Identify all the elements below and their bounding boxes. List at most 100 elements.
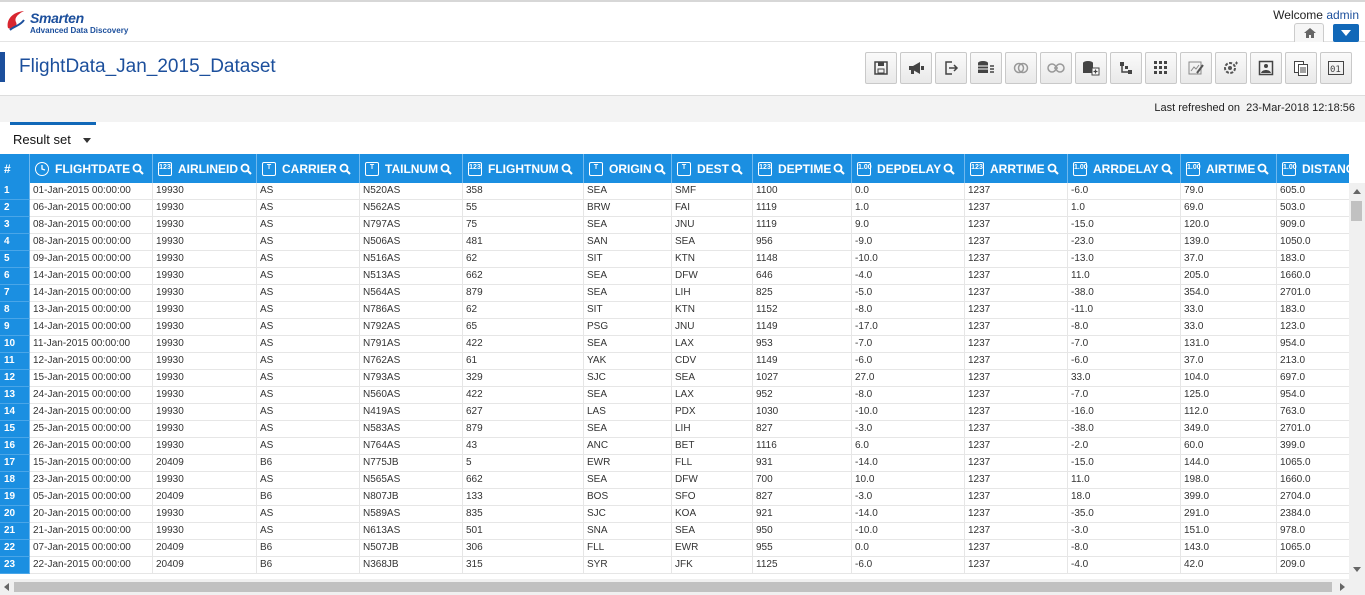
table-cell[interactable]: SFO (672, 489, 753, 506)
table-row[interactable]: 3 08-Jan-2015 00:00:00 19930 AS N797AS 75 SEA J… (0, 217, 1349, 234)
table-row[interactable]: 18 23-Jan-2015 00:00:00 19930 AS N565AS 662 SE… (0, 472, 1349, 489)
table-cell[interactable]: -23.0 (1068, 234, 1181, 251)
table-cell[interactable]: 151.0 (1181, 523, 1277, 540)
table-cell[interactable]: -38.0 (1068, 421, 1181, 438)
table-cell[interactable]: KTN (672, 302, 753, 319)
table-cell[interactable]: 08-Jan-2015 00:00:00 (30, 234, 153, 251)
table-cell[interactable]: 61 (463, 353, 584, 370)
table-cell[interactable]: 662 (463, 472, 584, 489)
table-cell[interactable]: AS (257, 319, 360, 336)
table-cell[interactable]: LAX (672, 387, 753, 404)
table-cell[interactable]: AS (257, 404, 360, 421)
table-cell[interactable]: BRW (584, 200, 672, 217)
table-cell[interactable]: 26-Jan-2015 00:00:00 (30, 438, 153, 455)
table-cell[interactable]: 1237 (965, 336, 1068, 353)
table-cell[interactable]: 143.0 (1181, 540, 1277, 557)
table-cell[interactable]: 827 (753, 489, 852, 506)
table-cell[interactable]: 1237 (965, 506, 1068, 523)
table-cell[interactable]: AS (257, 234, 360, 251)
table-cell[interactable]: 1237 (965, 387, 1068, 404)
table-cell[interactable]: 62 (463, 251, 584, 268)
table-cell[interactable]: 1237 (965, 285, 1068, 302)
table-cell[interactable]: 19930 (153, 387, 257, 404)
table-cell[interactable]: LAX (672, 336, 753, 353)
table-cell[interactable]: -4.0 (852, 268, 965, 285)
scroll-right-icon[interactable] (1340, 583, 1345, 591)
scroll-down-icon[interactable] (1353, 567, 1361, 572)
table-cell[interactable]: -7.0 (1068, 387, 1181, 404)
table-cell[interactable]: N762AS (360, 353, 463, 370)
table-cell[interactable]: -9.0 (852, 234, 965, 251)
table-cell[interactable]: 19930 (153, 472, 257, 489)
table-cell[interactable]: 921 (753, 506, 852, 523)
table-cell[interactable]: 27.0 (852, 370, 965, 387)
table-cell[interactable]: 0.0 (852, 183, 965, 200)
join-button[interactable] (1005, 52, 1037, 84)
table-cell[interactable]: -16.0 (1068, 404, 1181, 421)
table-cell[interactable]: 1148 (753, 251, 852, 268)
edit-chart-button[interactable] (1180, 52, 1212, 84)
table-cell[interactable]: 19930 (153, 234, 257, 251)
table-cell[interactable]: 422 (463, 336, 584, 353)
table-cell[interactable]: 879 (463, 421, 584, 438)
table-cell[interactable]: CDV (672, 353, 753, 370)
table-cell[interactable]: N793AS (360, 370, 463, 387)
table-cell[interactable]: 1.0 (1068, 200, 1181, 217)
table-cell[interactable]: 37.0 (1181, 353, 1277, 370)
table-cell[interactable]: FLL (584, 540, 672, 557)
table-cell[interactable]: N513AS (360, 268, 463, 285)
table-cell[interactable]: -11.0 (1068, 302, 1181, 319)
vertical-scroll-thumb[interactable] (1351, 201, 1362, 221)
table-cell[interactable]: 33.0 (1181, 302, 1277, 319)
table-cell[interactable]: 25-Jan-2015 00:00:00 (30, 421, 153, 438)
table-cell[interactable]: 827 (753, 421, 852, 438)
table-cell[interactable]: 15-Jan-2015 00:00:00 (30, 455, 153, 472)
table-cell[interactable]: 909.0 (1277, 217, 1349, 234)
column-header-airtime[interactable]: 1.00 AIRTIME (1181, 154, 1277, 183)
table-cell[interactable]: 60.0 (1181, 438, 1277, 455)
table-cell[interactable]: SEA (584, 183, 672, 200)
table-cell[interactable]: 931 (753, 455, 852, 472)
table-cell[interactable]: 08-Jan-2015 00:00:00 (30, 217, 153, 234)
table-cell[interactable]: 112.0 (1181, 404, 1277, 421)
table-cell[interactable]: 19930 (153, 200, 257, 217)
table-cell[interactable]: N516AS (360, 251, 463, 268)
table-cell[interactable]: FLL (672, 455, 753, 472)
table-cell[interactable]: 133 (463, 489, 584, 506)
table-cell[interactable]: 79.0 (1181, 183, 1277, 200)
table-cell[interactable]: AS (257, 200, 360, 217)
table-cell[interactable]: 955 (753, 540, 852, 557)
table-cell[interactable]: 65 (463, 319, 584, 336)
table-row[interactable]: 12 15-Jan-2015 00:00:00 19930 AS N793AS 329 SJ… (0, 370, 1349, 387)
table-cell[interactable]: AS (257, 506, 360, 523)
table-cell[interactable]: 2701.0 (1277, 421, 1349, 438)
table-cell[interactable]: 2701.0 (1277, 285, 1349, 302)
table-cell[interactable]: 20409 (153, 489, 257, 506)
table-cell[interactable]: N562AS (360, 200, 463, 217)
table-cell[interactable]: AS (257, 336, 360, 353)
table-row[interactable]: 14 24-Jan-2015 00:00:00 19930 AS N419AS 627 LA… (0, 404, 1349, 421)
table-cell[interactable]: 2704.0 (1277, 489, 1349, 506)
table-cell[interactable]: 1237 (965, 438, 1068, 455)
table-cell[interactable]: 1237 (965, 234, 1068, 251)
table-cell[interactable]: N560AS (360, 387, 463, 404)
table-cell[interactable]: N786AS (360, 302, 463, 319)
table-cell[interactable]: 501 (463, 523, 584, 540)
table-cell[interactable]: 950 (753, 523, 852, 540)
table-cell[interactable]: 697.0 (1277, 370, 1349, 387)
hierarchy-button[interactable] (1110, 52, 1142, 84)
table-cell[interactable]: 1030 (753, 404, 852, 421)
table-cell[interactable]: 627 (463, 404, 584, 421)
table-row[interactable]: 19 05-Jan-2015 00:00:00 20409 B6 N807JB 133 BO… (0, 489, 1349, 506)
table-cell[interactable]: 37.0 (1181, 251, 1277, 268)
table-cell[interactable]: 43 (463, 438, 584, 455)
table-cell[interactable]: 20-Jan-2015 00:00:00 (30, 506, 153, 523)
column-header-dest[interactable]: T DEST (672, 154, 753, 183)
table-cell[interactable]: B6 (257, 557, 360, 574)
table-cell[interactable]: 1237 (965, 421, 1068, 438)
table-cell[interactable]: 19930 (153, 285, 257, 302)
search-icon[interactable] (561, 163, 573, 175)
table-row[interactable]: 13 24-Jan-2015 00:00:00 19930 AS N560AS 422 SE… (0, 387, 1349, 404)
table-cell[interactable]: 1116 (753, 438, 852, 455)
table-cell[interactable]: 19930 (153, 506, 257, 523)
